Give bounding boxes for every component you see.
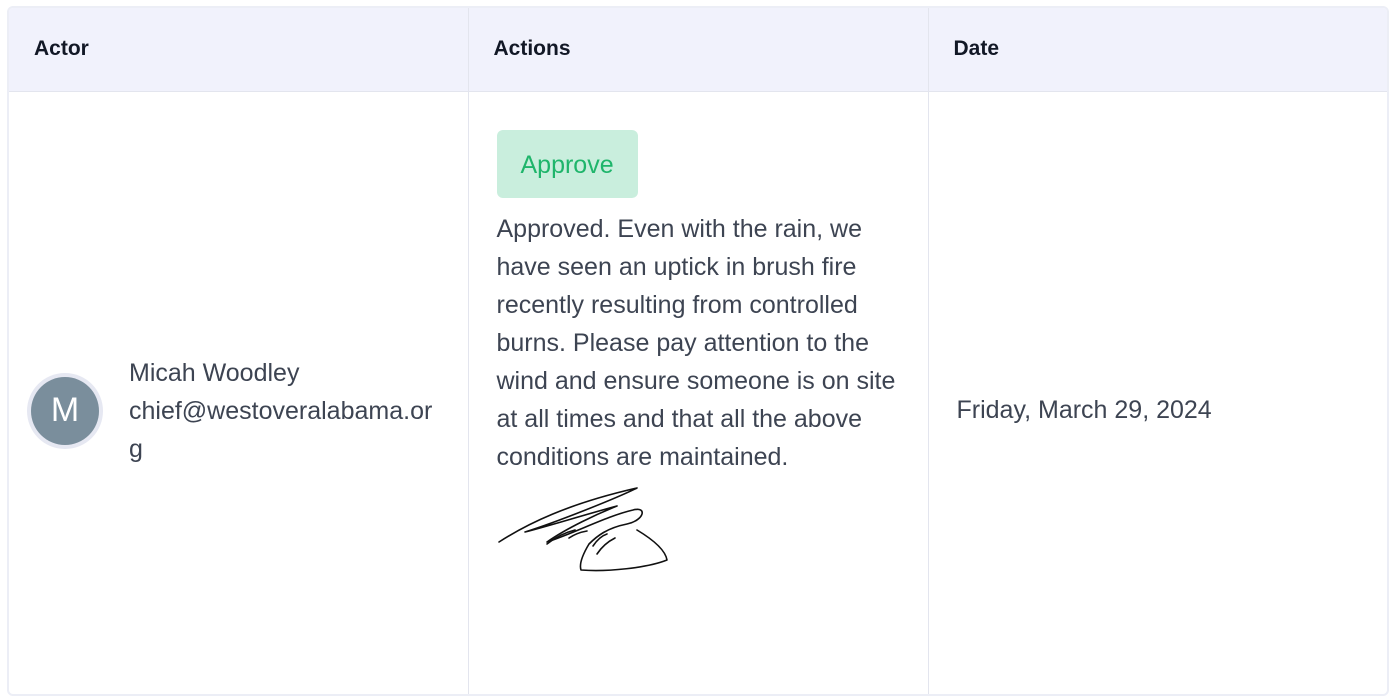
actions-cell: Approve Approved. Even with the rain, we… xyxy=(468,91,929,694)
actor-name: Micah Woodley xyxy=(129,358,300,387)
audit-table: Actor Actions Date M Micah Woodley chief… xyxy=(9,8,1387,694)
actor-info: Micah Woodley chief@westoveralabama.org xyxy=(129,354,439,468)
date-cell: Friday, March 29, 2024 xyxy=(956,396,1212,424)
actor-cell: M Micah Woodley chief@westoveralabama.or… xyxy=(9,91,469,694)
actor-email: chief@westoveralabama.org xyxy=(129,396,433,463)
header-row: Actor Actions Date xyxy=(9,8,1387,92)
column-header-actor[interactable]: Actor xyxy=(9,8,469,92)
actor: M Micah Woodley chief@westoveralabama.or… xyxy=(9,354,468,468)
table-row: M Micah Woodley chief@westoveralabama.or… xyxy=(9,91,1387,694)
avatar: M xyxy=(27,372,103,449)
column-header-date[interactable]: Date xyxy=(928,8,1387,92)
audit-table-container: Actor Actions Date M Micah Woodley chief… xyxy=(7,6,1389,696)
action-comment: Approved. Even with the rain, we have se… xyxy=(496,214,896,471)
status-badge: Approve xyxy=(496,129,638,198)
table-header: Actor Actions Date xyxy=(9,8,1387,92)
column-header-actions[interactable]: Actions xyxy=(468,8,929,92)
table-body: M Micah Woodley chief@westoveralabama.or… xyxy=(9,91,1387,694)
signature-image xyxy=(497,486,668,571)
avatar-initial: M xyxy=(31,376,99,445)
